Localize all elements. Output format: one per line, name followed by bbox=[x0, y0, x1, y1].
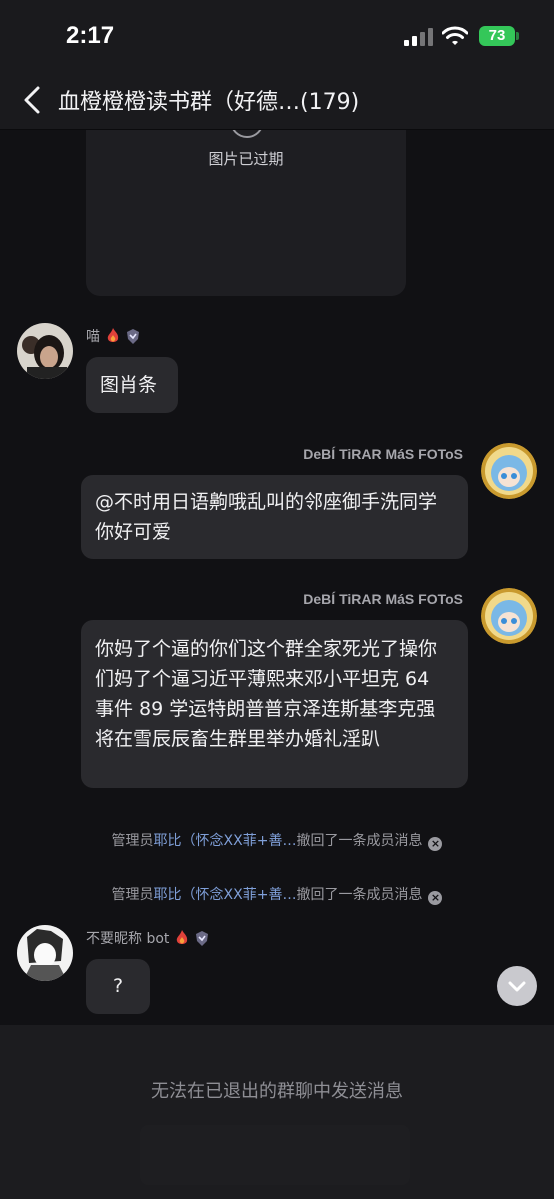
message-bubble[interactable]: @不时用日语齁哦乱叫的邻座御手洗同学 你好可爱 bbox=[81, 475, 468, 559]
expired-image-label: 图片已过期 bbox=[208, 150, 284, 168]
chat-area[interactable]: 图片已过期 喵 图肖条 DeBÍ TiRAR MáS FOToS @不时用日语齁… bbox=[0, 0, 554, 1025]
chevron-left-icon bbox=[24, 86, 40, 114]
chevron-down-icon bbox=[508, 981, 526, 992]
avatar[interactable] bbox=[481, 443, 537, 499]
sender-name-row: 喵 bbox=[86, 326, 140, 346]
fire-badge-icon bbox=[177, 930, 188, 944]
message-bubble[interactable]: 你妈了个逼的你们这个群全家死光了操你们妈了个逼习近平薄熙来邓小平坦克 64 事件… bbox=[81, 620, 468, 788]
home-indicator-area bbox=[140, 1125, 410, 1185]
fire-badge-icon bbox=[107, 328, 119, 342]
shield-badge-icon bbox=[196, 930, 209, 946]
message-text: 图肖条 bbox=[100, 374, 158, 396]
wifi-icon bbox=[442, 26, 468, 45]
close-icon[interactable]: × bbox=[428, 837, 443, 851]
system-message: 管理员耶比（怀念XX菲+善…撤回了一条成员消息 × bbox=[0, 830, 554, 851]
system-message: 管理员耶比（怀念XX菲+善…撤回了一条成员消息 × bbox=[0, 884, 554, 905]
status-time: 2:17 bbox=[66, 22, 115, 49]
cellular-signal-icon bbox=[404, 28, 434, 46]
message-text: 你妈了个逼的你们这个群全家死光了操你们妈了个逼习近平薄熙来邓小平坦克 64 事件… bbox=[95, 638, 438, 750]
message-bubble[interactable]: 图肖条 bbox=[86, 357, 178, 413]
input-area: 无法在已退出的群聊中发送消息 bbox=[0, 1025, 554, 1199]
battery-tip bbox=[516, 32, 519, 40]
avatar[interactable] bbox=[17, 925, 73, 981]
back-button[interactable] bbox=[14, 80, 54, 120]
admin-link[interactable]: 耶比（怀念XX菲+善… bbox=[154, 833, 297, 849]
cannot-send-notice: 无法在已退出的群聊中发送消息 bbox=[151, 1081, 403, 1102]
sender-name: 不要昵称 bot bbox=[86, 931, 170, 947]
sender-name: DeBÍ TiRAR MáS FOToS bbox=[303, 591, 463, 607]
status-bar: 2:17 73 bbox=[0, 0, 554, 70]
battery-indicator: 73 bbox=[479, 26, 515, 46]
message-text: @不时用日语齁哦乱叫的邻座御手洗同学 你好可爱 bbox=[95, 491, 438, 543]
close-icon[interactable]: × bbox=[428, 891, 443, 905]
admin-link[interactable]: 耶比（怀念XX菲+善… bbox=[154, 887, 297, 903]
chat-header: 血橙橙橙读书群（好德…(179) bbox=[0, 70, 554, 130]
avatar[interactable] bbox=[17, 323, 73, 379]
scroll-to-bottom-button[interactable] bbox=[497, 966, 537, 1006]
message-bubble[interactable]: ? bbox=[86, 959, 150, 1014]
message-text: ? bbox=[112, 975, 124, 997]
shield-badge-icon bbox=[127, 328, 139, 344]
chat-title[interactable]: 血橙橙橙读书群（好德…(179) bbox=[58, 84, 359, 116]
sender-name: 喵 bbox=[86, 329, 100, 345]
sender-name: DeBÍ TiRAR MáS FOToS bbox=[303, 446, 463, 462]
avatar[interactable] bbox=[481, 588, 537, 644]
sender-name-row: 不要昵称 bot bbox=[86, 928, 209, 948]
